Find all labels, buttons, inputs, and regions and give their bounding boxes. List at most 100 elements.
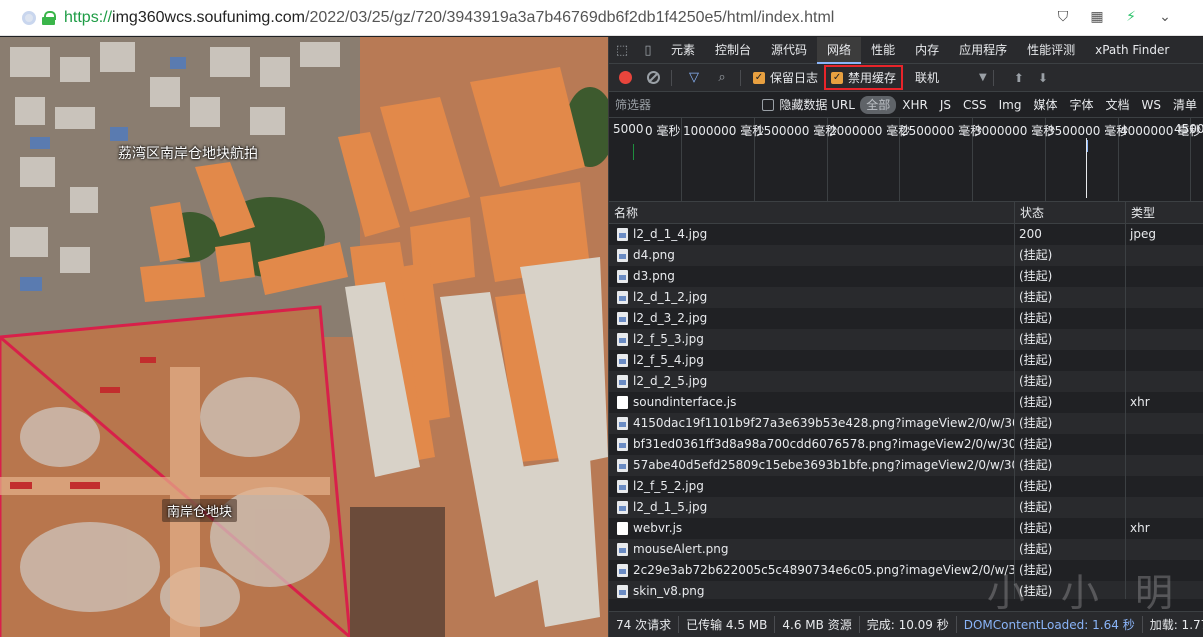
request-name-cell[interactable]: l2_f_5_2.jpg xyxy=(609,476,1015,497)
table-row[interactable]: 57abe40d5efd25809c15ebe3693b1bfe.png?ima… xyxy=(609,455,1203,476)
column-type[interactable]: 类型 xyxy=(1126,202,1203,224)
filter-type-img[interactable]: Img xyxy=(993,96,1028,114)
table-row[interactable]: webvr.js (挂起) xhr xyxy=(609,518,1203,539)
filter-type-ws[interactable]: WS xyxy=(1136,96,1167,114)
table-row[interactable]: soundinterface.js (挂起) xhr xyxy=(609,392,1203,413)
inspect-icon[interactable]: ⬚ xyxy=(609,37,635,64)
filter-input[interactable]: 筛选器 xyxy=(609,95,758,115)
preserve-log-label: 保留日志 xyxy=(770,71,819,85)
request-name-cell[interactable]: l2_d_3_2.jpg xyxy=(609,308,1015,329)
request-name-cell[interactable]: mouseAlert.png xyxy=(609,539,1015,560)
request-name-cell[interactable]: l2_f_5_3.jpg xyxy=(609,329,1015,350)
table-row[interactable]: l2_d_1_5.jpg (挂起) xyxy=(609,497,1203,518)
dcl-marker xyxy=(1087,140,1088,152)
request-name-cell[interactable]: 4150dac19f1101b9f27a3e639b53e428.png?ima… xyxy=(609,413,1015,434)
clear-button[interactable] xyxy=(641,66,665,90)
tab-memory[interactable]: 内存 xyxy=(905,37,949,64)
overview-tick: 4500 xyxy=(1174,122,1203,136)
filter-type-manifest[interactable]: 清单 xyxy=(1167,96,1203,114)
network-toolbar: ▽ ⌕ ✓ 保留日志 ✓ 禁用缓存 联机 ▼ ⬆ ⬇ xyxy=(609,64,1203,92)
bolt-icon[interactable]: ⚡ xyxy=(1123,8,1139,26)
filter-type-font[interactable]: 字体 xyxy=(1063,96,1099,114)
device-toggle-icon[interactable]: ▯ xyxy=(635,37,661,64)
request-name-cell[interactable]: l2_d_1_2.jpg xyxy=(609,287,1015,308)
url-text[interactable]: https://img360wcs.soufunimg.com/2022/03/… xyxy=(64,9,834,27)
overview-tick: 1500000 毫秒 xyxy=(756,124,838,138)
table-row[interactable]: bf31ed0361ff3d8a98a700cdd6076578.png?ima… xyxy=(609,434,1203,455)
table-row[interactable]: l2_d_3_2.jpg (挂起) xyxy=(609,308,1203,329)
image-file-icon xyxy=(617,480,628,493)
tab-lighthouse[interactable]: 性能评测 xyxy=(1017,37,1085,64)
request-name-cell[interactable]: d3.png xyxy=(609,266,1015,287)
request-status: (挂起) xyxy=(1015,329,1126,350)
request-name: l2_f_5_3.jpg xyxy=(633,332,704,346)
hide-data-url-label: 隐藏数据 URL xyxy=(779,98,855,112)
area-label[interactable]: 荔湾区南岸仓地块航拍 xyxy=(118,143,258,163)
column-status[interactable]: 状态 xyxy=(1015,202,1126,224)
request-name-cell[interactable]: 57abe40d5efd25809c15ebe3693b1bfe.png?ima… xyxy=(609,455,1015,476)
import-har-icon[interactable]: ⬆ xyxy=(1014,71,1024,85)
request-name-cell[interactable]: skin_v8.png xyxy=(609,581,1015,599)
tab-application[interactable]: 应用程序 xyxy=(949,37,1017,64)
request-name-cell[interactable]: 2c29e3ab72b622005c5c4890734e6c05.png?ima… xyxy=(609,560,1015,581)
tab-console[interactable]: 控制台 xyxy=(705,37,761,64)
request-name-cell[interactable]: l2_f_5_4.jpg xyxy=(609,350,1015,371)
request-name: mouseAlert.png xyxy=(633,542,729,556)
panorama-view[interactable]: 荔湾区南岸仓地块航拍 南岸仓地块 xyxy=(0,37,608,637)
filter-toggle[interactable]: ▽ xyxy=(682,66,706,90)
request-table-body[interactable]: l2_d_1_4.jpg 200 jpeg d4.png (挂起) d3.png (挂起) l… xyxy=(609,224,1203,599)
request-name-cell[interactable]: d4.png xyxy=(609,245,1015,266)
document-file-icon xyxy=(617,396,628,409)
table-row[interactable]: l2_f_5_4.jpg (挂起) xyxy=(609,350,1203,371)
tab-sources[interactable]: 源代码 xyxy=(761,37,817,64)
request-name-cell[interactable]: soundinterface.js xyxy=(609,392,1015,413)
request-name-cell[interactable]: bf31ed0361ff3d8a98a700cdd6076578.png?ima… xyxy=(609,434,1015,455)
request-name-cell[interactable]: l2_d_2_5.jpg xyxy=(609,371,1015,392)
site-info-icon[interactable] xyxy=(22,10,36,25)
request-type xyxy=(1126,371,1203,392)
export-har-icon[interactable]: ⬇ xyxy=(1038,71,1048,85)
request-name-cell[interactable]: webvr.js xyxy=(609,518,1015,539)
tab-network[interactable]: 网络 xyxy=(817,37,862,64)
table-row[interactable]: d3.png (挂起) xyxy=(609,266,1203,287)
address-bar[interactable]: https://img360wcs.soufunimg.com/2022/03/… xyxy=(0,0,1203,36)
grid-icon[interactable]: ▦ xyxy=(1089,8,1105,26)
grid-line xyxy=(681,118,682,201)
filter-type-all[interactable]: 全部 xyxy=(860,95,897,114)
chevron-down-icon[interactable]: ⌄ xyxy=(1157,8,1173,26)
tab-elements[interactable]: 元素 xyxy=(661,37,705,64)
hide-data-url-checkbox[interactable]: 隐藏数据 URL xyxy=(762,96,855,113)
table-row[interactable]: l2_d_2_5.jpg (挂起) xyxy=(609,371,1203,392)
disable-cache-checkbox[interactable]: ✓ 禁用缓存 xyxy=(824,65,904,90)
preserve-log-checkbox[interactable]: ✓ 保留日志 xyxy=(753,69,818,86)
table-row[interactable]: l2_f_5_2.jpg (挂起) xyxy=(609,476,1203,497)
filter-type-xhr[interactable]: XHR xyxy=(896,96,934,114)
filter-type-css[interactable]: CSS xyxy=(957,96,993,114)
column-name[interactable]: 名称 xyxy=(609,202,1015,224)
filter-type-media[interactable]: 媒体 xyxy=(1027,96,1063,114)
request-name: 2c29e3ab72b622005c5c4890734e6c05.png?ima… xyxy=(633,563,1015,577)
request-name-cell[interactable]: l2_d_1_4.jpg xyxy=(609,224,1015,245)
record-button[interactable] xyxy=(613,66,637,90)
overview-tick: 1000000 毫秒 xyxy=(683,124,765,138)
filter-type-doc[interactable]: 文档 xyxy=(1099,96,1135,114)
shield-icon[interactable]: ⛉ xyxy=(1055,8,1071,26)
search-button[interactable]: ⌕ xyxy=(710,66,734,90)
tab-xpath-finder[interactable]: xPath Finder xyxy=(1085,37,1179,64)
filter-type-js[interactable]: JS xyxy=(934,96,957,114)
network-overview[interactable]: 5000 0 毫秒 1000000 毫秒 1500000 毫秒 2000000 … xyxy=(609,118,1203,202)
table-row[interactable]: l2_f_5_3.jpg (挂起) xyxy=(609,329,1203,350)
table-row[interactable]: mouseAlert.png (挂起) xyxy=(609,539,1203,560)
plot-label[interactable]: 南岸仓地块 xyxy=(162,499,238,522)
request-count: 74 次请求 xyxy=(609,616,680,633)
request-name-cell[interactable]: l2_d_1_5.jpg xyxy=(609,497,1015,518)
request-status: (挂起) xyxy=(1015,392,1126,413)
throttling-select[interactable]: 联机 ▼ xyxy=(915,69,987,86)
table-row[interactable]: 4150dac19f1101b9f27a3e639b53e428.png?ima… xyxy=(609,413,1203,434)
lock-icon[interactable] xyxy=(42,10,56,25)
table-row[interactable]: d4.png (挂起) xyxy=(609,245,1203,266)
tab-performance[interactable]: 性能 xyxy=(861,37,905,64)
table-row[interactable]: l2_d_1_2.jpg (挂起) xyxy=(609,287,1203,308)
request-name: skin_v8.png xyxy=(633,584,705,598)
table-row[interactable]: l2_d_1_4.jpg 200 jpeg xyxy=(609,224,1203,245)
